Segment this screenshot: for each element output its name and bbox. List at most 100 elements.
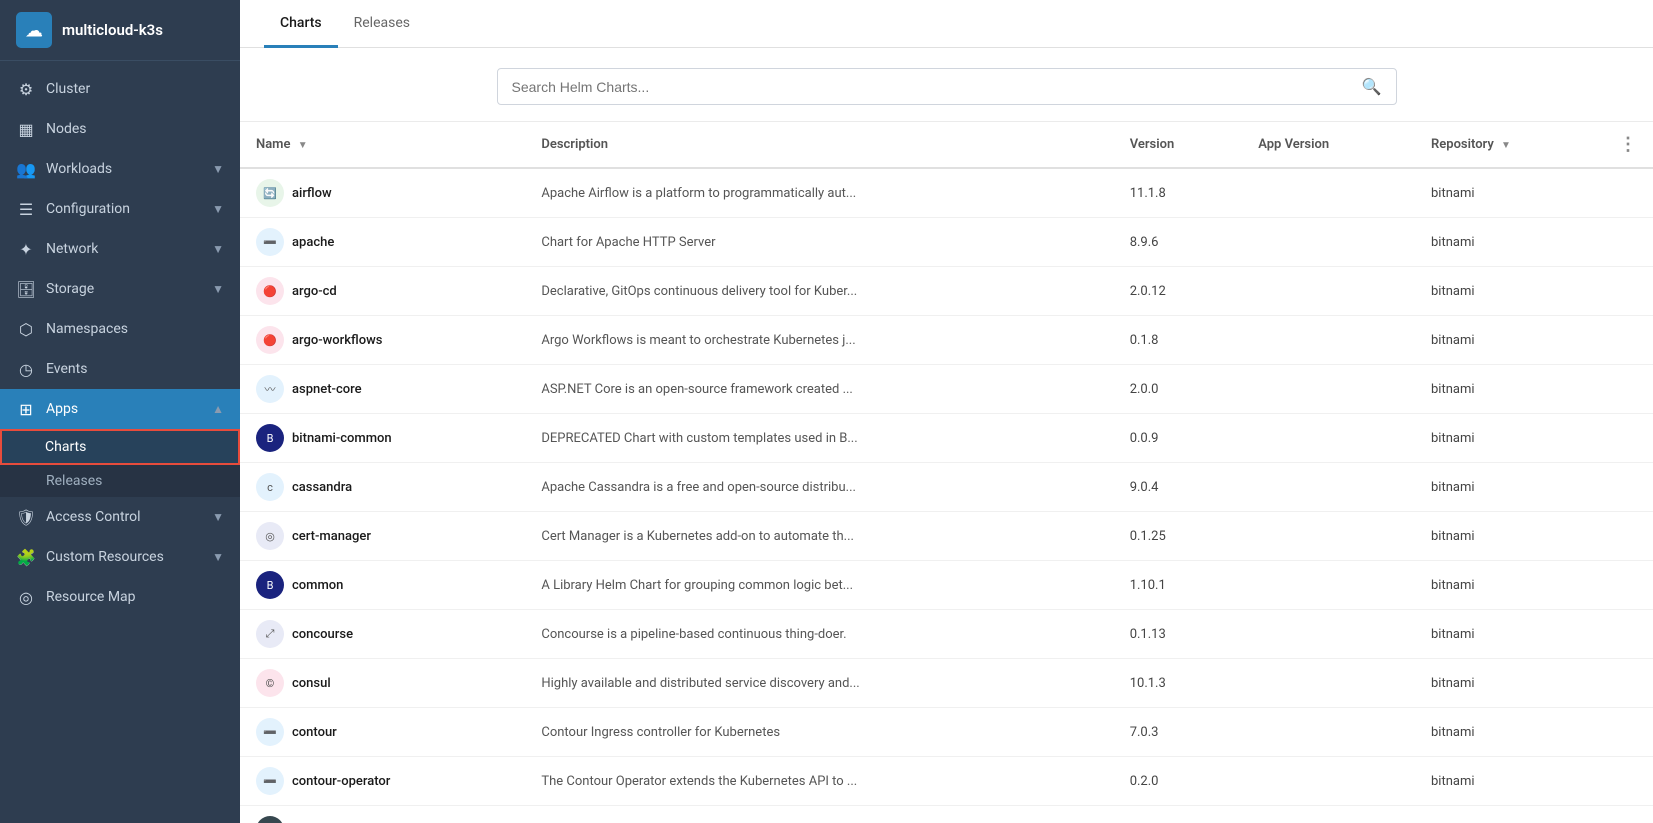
chart-name: cassandra bbox=[292, 480, 352, 495]
repository-cell: bitnami bbox=[1415, 463, 1603, 512]
chart-icon: ◎ bbox=[256, 522, 284, 550]
row-actions-cell bbox=[1603, 757, 1653, 806]
app-version-cell bbox=[1242, 168, 1415, 218]
sidebar-item-apps[interactable]: ⊞ Apps ▲ bbox=[0, 389, 240, 429]
sidebar-item-configuration[interactable]: ☰ Configuration ▼ bbox=[0, 189, 240, 229]
table-row[interactable]: 🔄 airflow Apache Airflow is a platform t… bbox=[240, 168, 1653, 218]
app-version-cell bbox=[1242, 561, 1415, 610]
row-actions-cell bbox=[1603, 218, 1653, 267]
sidebar-item-namespaces[interactable]: ⬡ Namespaces bbox=[0, 309, 240, 349]
custom-resources-label: Custom Resources bbox=[46, 549, 212, 565]
sidebar-item-access-control[interactable]: 🛡 Access Control ▼ bbox=[0, 497, 240, 537]
row-actions-cell bbox=[1603, 512, 1653, 561]
chart-icon: ➖ bbox=[256, 718, 284, 746]
network-chevron: ▼ bbox=[212, 242, 224, 256]
resource-map-icon: ◎ bbox=[16, 587, 36, 607]
table-row[interactable]: 🔴 argo-workflows Argo Workflows is meant… bbox=[240, 316, 1653, 365]
tab-releases[interactable]: Releases bbox=[338, 1, 426, 48]
repository-cell: bitnami bbox=[1415, 610, 1603, 659]
version-cell: 9.0.0 bbox=[1114, 806, 1243, 823]
version-cell: 2.0.0 bbox=[1114, 365, 1243, 414]
charts-tbody: 🔄 airflow Apache Airflow is a platform t… bbox=[240, 168, 1653, 823]
sidebar-subitem-releases[interactable]: Releases bbox=[0, 465, 240, 497]
repository-cell: bitnami bbox=[1415, 267, 1603, 316]
table-row[interactable]: ➖ contour-operator The Contour Operator … bbox=[240, 757, 1653, 806]
chart-name: contour bbox=[292, 725, 337, 740]
version-cell: 1.10.1 bbox=[1114, 561, 1243, 610]
description-cell: Argo Workflows is meant to orchestrate K… bbox=[525, 316, 1113, 365]
table-more-icon[interactable]: ⋮ bbox=[1619, 134, 1637, 155]
table-row[interactable]: © consul Highly available and distribute… bbox=[240, 659, 1653, 708]
sidebar-item-custom-resources[interactable]: 🧩 Custom Resources ▼ bbox=[0, 537, 240, 577]
repository-cell: bitnami bbox=[1415, 708, 1603, 757]
description-cell: A Library Helm Chart for grouping common… bbox=[525, 561, 1113, 610]
sidebar-item-events[interactable]: ◷ Events bbox=[0, 349, 240, 389]
repository-cell: bitnami bbox=[1415, 414, 1603, 463]
sidebar-nav: ⚙ Cluster ▦ Nodes 👥 Workloads ▼ ☰ Config… bbox=[0, 61, 240, 625]
storage-label: Storage bbox=[46, 281, 212, 297]
sidebar-item-workloads[interactable]: 👥 Workloads ▼ bbox=[0, 149, 240, 189]
sidebar-subitem-charts[interactable]: Charts bbox=[0, 429, 240, 465]
table-row[interactable]: ◎ cert-manager Cert Manager is a Kuberne… bbox=[240, 512, 1653, 561]
app-version-cell bbox=[1242, 659, 1415, 708]
sidebar-item-storage[interactable]: 🗄 Storage ▼ bbox=[0, 269, 240, 309]
search-input[interactable] bbox=[512, 79, 1362, 95]
storage-chevron: ▼ bbox=[212, 282, 224, 296]
storage-icon: 🗄 bbox=[16, 279, 36, 299]
app-version-cell bbox=[1242, 463, 1415, 512]
name-cell: B bitnami-common bbox=[240, 414, 525, 462]
sidebar-item-resource-map[interactable]: ◎ Resource Map bbox=[0, 577, 240, 617]
table-row[interactable]: c cassandra Apache Cassandra is a free a… bbox=[240, 463, 1653, 512]
table-row[interactable]: B common A Library Helm Chart for groupi… bbox=[240, 561, 1653, 610]
chart-icon: 🔴 bbox=[256, 326, 284, 354]
main-content: Charts Releases 🔍 Name ▼ Description bbox=[240, 0, 1653, 823]
sidebar-item-network[interactable]: ✦ Network ▼ bbox=[0, 229, 240, 269]
repository-cell: bitnami bbox=[1415, 316, 1603, 365]
name-cell: © consul bbox=[240, 659, 525, 707]
col-actions: ⋮ bbox=[1603, 122, 1653, 168]
col-app-version: App Version bbox=[1242, 122, 1415, 168]
table-row[interactable]: 🔴 argo-cd Declarative, GitOps continuous… bbox=[240, 267, 1653, 316]
version-cell: 0.1.8 bbox=[1114, 316, 1243, 365]
repository-cell: bitnami bbox=[1415, 757, 1603, 806]
app-version-cell bbox=[1242, 414, 1415, 463]
name-cell: B common bbox=[240, 561, 525, 609]
sidebar-header: ☁ multicloud-k3s bbox=[0, 0, 240, 61]
name-cell: c cassandra bbox=[240, 463, 525, 511]
table-row[interactable]: ➖ apache Chart for Apache HTTP Server 8.… bbox=[240, 218, 1653, 267]
description-cell: Cert Manager is a Kubernetes add-on to a… bbox=[525, 512, 1113, 561]
chart-name: concourse bbox=[292, 627, 353, 642]
col-repository[interactable]: Repository ▼ bbox=[1415, 122, 1603, 168]
sidebar-item-nodes[interactable]: ▦ Nodes bbox=[0, 109, 240, 149]
search-bar: 🔍 bbox=[497, 68, 1397, 105]
tab-charts[interactable]: Charts bbox=[264, 1, 338, 48]
table-row[interactable]: 〰 aspnet-core ASP.NET Core is an open-so… bbox=[240, 365, 1653, 414]
row-actions-cell bbox=[1603, 316, 1653, 365]
chart-icon: c bbox=[256, 473, 284, 501]
col-name[interactable]: Name ▼ bbox=[240, 122, 525, 168]
namespaces-label: Namespaces bbox=[46, 321, 224, 337]
table-row[interactable]: B bitnami-common DEPRECATED Chart with c… bbox=[240, 414, 1653, 463]
charts-table-wrapper: Name ▼ Description Version App Version R… bbox=[240, 122, 1653, 823]
apps-subnav: Charts Releases bbox=[0, 429, 240, 497]
repository-cell: bitnami bbox=[1415, 218, 1603, 267]
table-row[interactable]: ➖ contour Contour Ingress controller for… bbox=[240, 708, 1653, 757]
svg-text:☁: ☁ bbox=[25, 20, 43, 41]
chart-name: cert-manager bbox=[292, 529, 371, 544]
description-cell: Concourse is a pipeline-based continuous… bbox=[525, 610, 1113, 659]
cluster-name: multicloud-k3s bbox=[62, 21, 163, 39]
table-row[interactable]: ☁ dataplatform-bp1 OCTO Data platform Ka… bbox=[240, 806, 1653, 823]
sidebar-item-cluster[interactable]: ⚙ Cluster bbox=[0, 69, 240, 109]
name-cell: ➖ apache bbox=[240, 218, 525, 266]
col-version: Version bbox=[1114, 122, 1243, 168]
charts-table: Name ▼ Description Version App Version R… bbox=[240, 122, 1653, 823]
row-actions-cell bbox=[1603, 610, 1653, 659]
access-control-label: Access Control bbox=[46, 509, 212, 525]
access-control-icon: 🛡 bbox=[16, 507, 36, 527]
custom-resources-icon: 🧩 bbox=[16, 547, 36, 567]
chart-icon: 🔴 bbox=[256, 277, 284, 305]
network-label: Network bbox=[46, 241, 212, 257]
chart-icon: B bbox=[256, 424, 284, 452]
table-row[interactable]: ⤢ concourse Concourse is a pipeline-base… bbox=[240, 610, 1653, 659]
configuration-label: Configuration bbox=[46, 201, 212, 217]
